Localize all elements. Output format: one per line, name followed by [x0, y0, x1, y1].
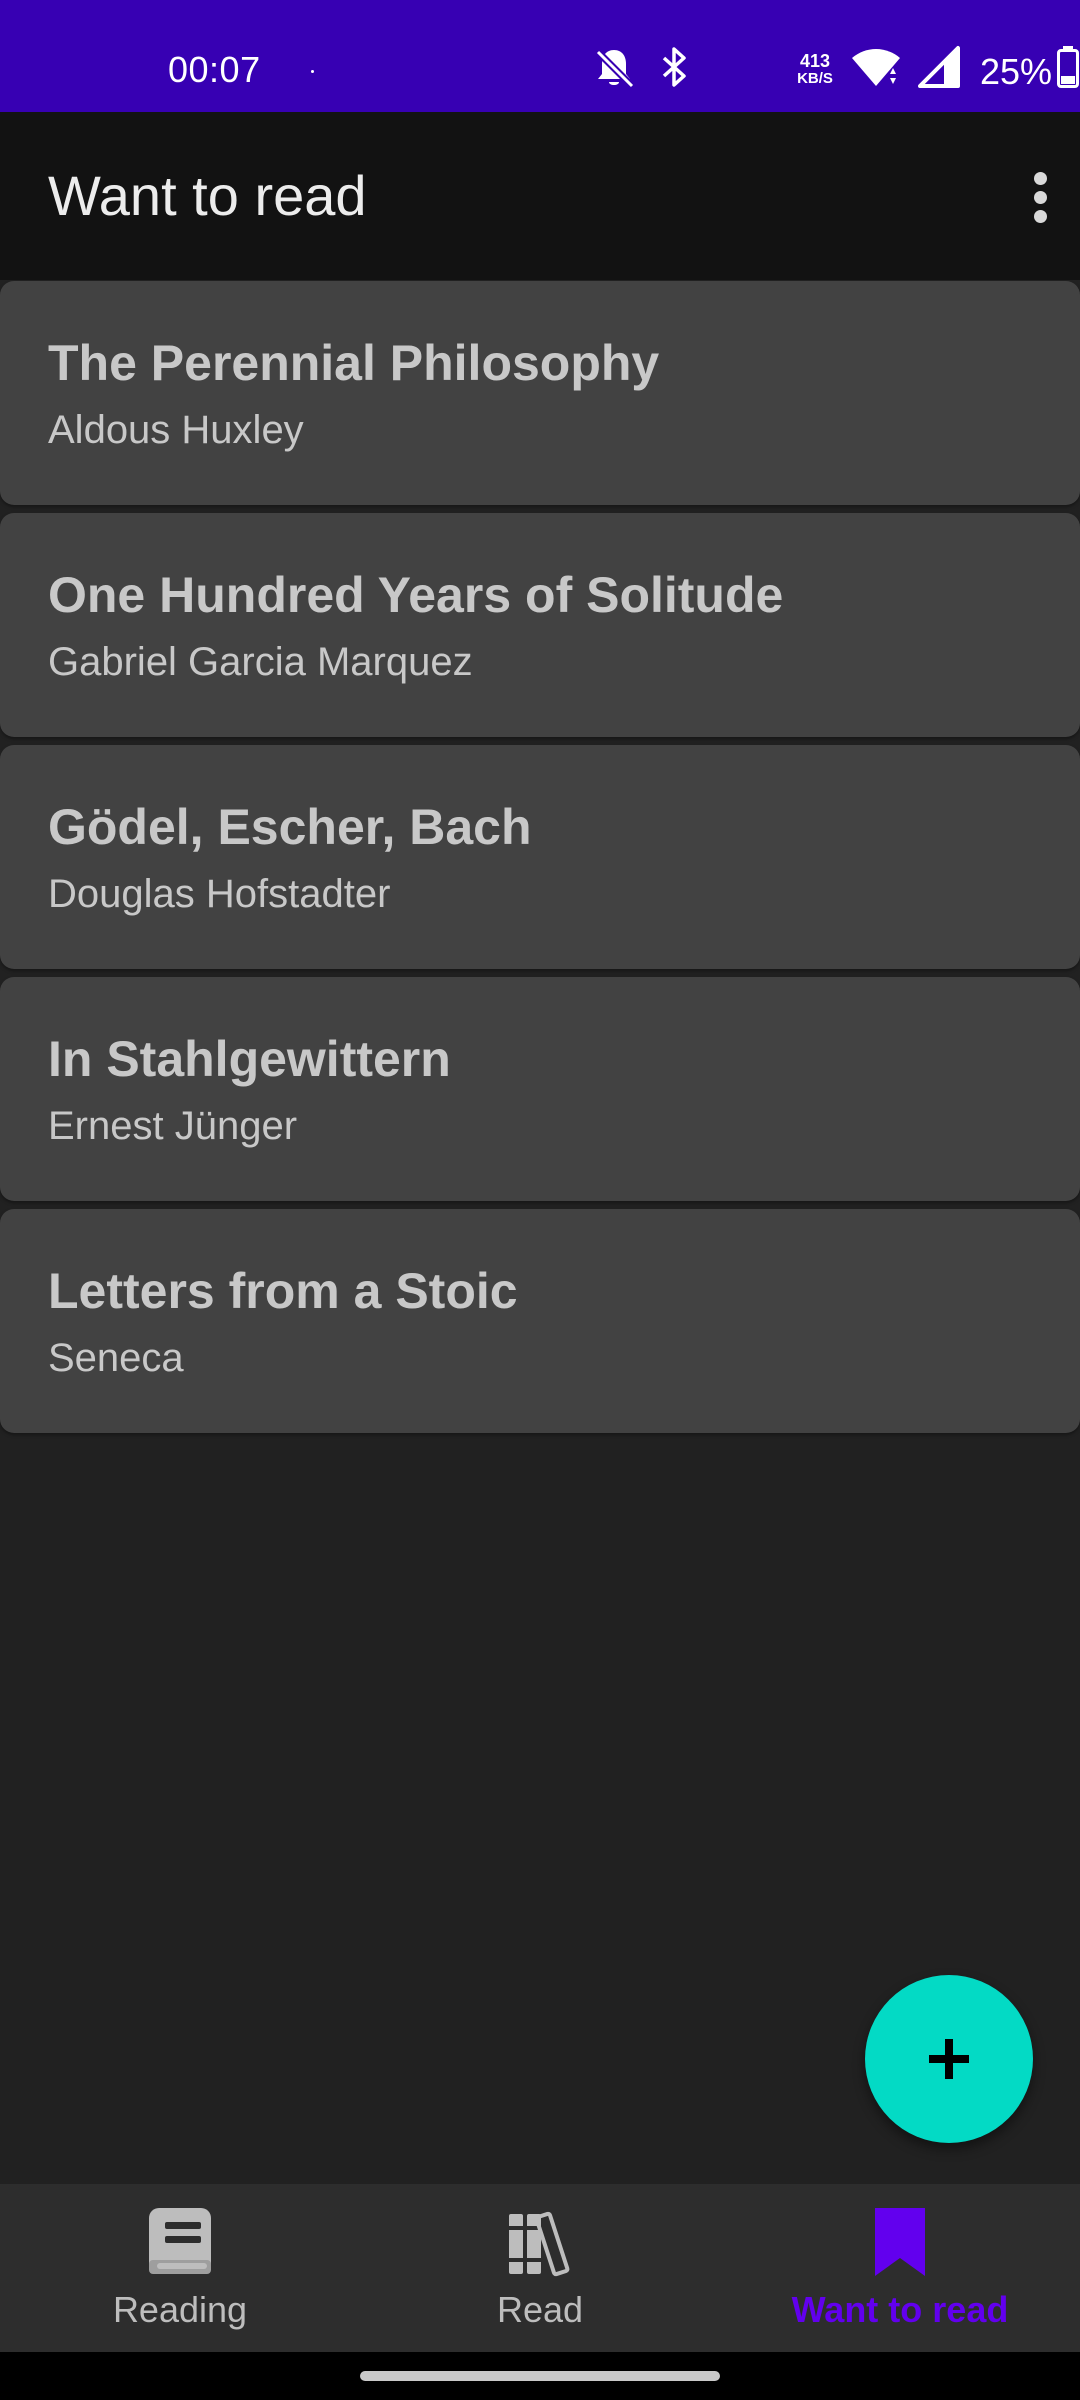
bluetooth-icon	[662, 47, 686, 87]
notification-dot	[311, 70, 314, 73]
nav-item-read[interactable]: Read	[360, 2184, 720, 2352]
book-author: Douglas Hofstadter	[48, 872, 391, 916]
plus-icon-bar	[945, 2039, 953, 2079]
page-title: Want to read	[48, 164, 367, 227]
gesture-navigation-area	[0, 2352, 1080, 2400]
home-gesture-handle[interactable]	[360, 2371, 720, 2381]
more-options-button[interactable]	[990, 152, 1080, 242]
nav-item-want-to-read[interactable]: Want to read	[720, 2184, 1080, 2352]
add-book-button[interactable]	[865, 1975, 1033, 2143]
battery-percent: 25%	[980, 51, 1053, 92]
app-bar: Want to read	[0, 112, 1080, 280]
nav-label: Reading	[112, 2289, 248, 2330]
bottom-navigation: Reading Read Want to read	[0, 2184, 1080, 2352]
more-vert-icon	[1034, 172, 1047, 185]
bookmark-icon	[875, 2208, 925, 2276]
wifi-icon	[852, 49, 900, 86]
book-list: The Perennial Philosophy Aldous Huxley O…	[0, 281, 1080, 1441]
book-title: One Hundred Years of Solitude	[48, 567, 784, 623]
book-card[interactable]: The Perennial Philosophy Aldous Huxley	[0, 281, 1080, 505]
book-author: Ernest Jünger	[48, 1104, 298, 1148]
more-vert-icon-dot	[1034, 191, 1047, 204]
book-title: Gödel, Escher, Bach	[48, 799, 532, 855]
status-bar: 00:07 413 KB/S 25%	[0, 0, 1080, 112]
book-title: The Perennial Philosophy	[48, 335, 660, 391]
battery-icon	[1057, 46, 1079, 88]
book-author: Seneca	[48, 1336, 184, 1380]
book-title: In Stahlgewittern	[48, 1031, 451, 1087]
book-author: Gabriel Garcia Marquez	[48, 640, 473, 684]
bell-off-icon	[595, 49, 635, 89]
book-card[interactable]: Gödel, Escher, Bach Douglas Hofstadter	[0, 745, 1080, 969]
nav-item-reading[interactable]: Reading	[0, 2184, 360, 2352]
screen: 00:07 413 KB/S 25% Want to read The Pere…	[0, 0, 1080, 2400]
book-icon	[149, 2208, 211, 2274]
network-speed-unit: KB/S	[797, 70, 833, 87]
network-speed: 413 KB/S	[790, 52, 840, 87]
network-speed-value: 413	[799, 51, 831, 71]
book-card[interactable]: In Stahlgewittern Ernest Jünger	[0, 977, 1080, 1201]
bookshelf-icon	[509, 2211, 570, 2277]
book-author: Aldous Huxley	[48, 408, 304, 452]
more-vert-icon-dot	[1034, 210, 1047, 223]
book-card[interactable]: One Hundred Years of Solitude Gabriel Ga…	[0, 513, 1080, 737]
book-card[interactable]: Letters from a Stoic Seneca	[0, 1209, 1080, 1433]
status-icons: 413 KB/S 25%	[580, 44, 1080, 100]
cell-signal-icon	[918, 46, 960, 88]
nav-label: Read	[496, 2289, 584, 2330]
nav-label: Want to read	[791, 2289, 1009, 2330]
book-title: Letters from a Stoic	[48, 1263, 518, 1319]
status-time: 00:07	[168, 49, 261, 90]
